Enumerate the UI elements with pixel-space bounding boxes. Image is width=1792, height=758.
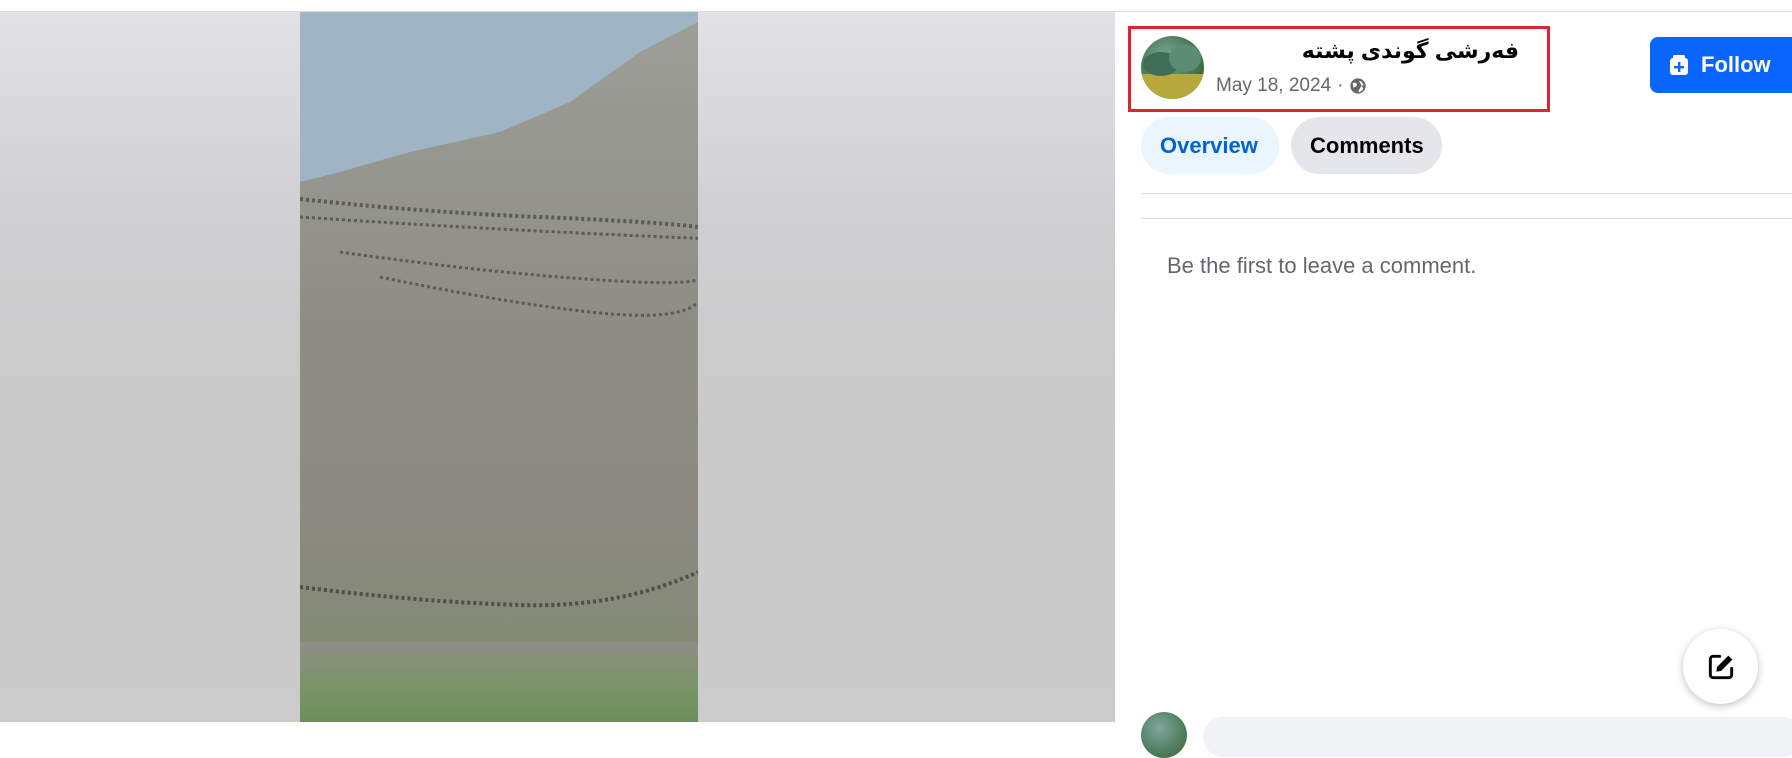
tab-overview[interactable]: Overview <box>1141 117 1279 174</box>
compose-button[interactable] <box>1683 629 1758 704</box>
commenter-avatar <box>1141 712 1187 758</box>
divider <box>1141 193 1792 194</box>
hillside-trails <box>300 197 698 608</box>
divider <box>1141 218 1792 219</box>
comment-input[interactable] <box>1203 717 1792 757</box>
follow-button[interactable]: Follow <box>1650 37 1792 93</box>
page-avatar[interactable] <box>1141 36 1204 99</box>
tab-comments[interactable]: Comments <box>1291 117 1442 174</box>
meta-separator: · <box>1337 75 1344 96</box>
globe-icon <box>1350 78 1367 94</box>
video-frame[interactable] <box>300 12 698 722</box>
edit-icon <box>1708 654 1733 679</box>
post-tabs: Overview Comments <box>1141 117 1442 174</box>
post-sidebar: فەرشی گوندی پشتە May 18, 2024 · Follow O… <box>1115 12 1792 758</box>
post-meta: May 18, 2024 · <box>1216 75 1367 97</box>
video-player[interactable] <box>0 12 1115 722</box>
page-name-link[interactable]: فەرشی گوندی پشتە <box>1215 38 1519 64</box>
follow-label: Follow <box>1701 52 1771 77</box>
video-foreground <box>300 642 698 722</box>
top-divider <box>0 0 1792 12</box>
empty-comments-message: Be the first to leave a comment. <box>1167 253 1477 278</box>
post-date[interactable]: May 18, 2024 <box>1216 75 1331 97</box>
follow-page-icon <box>1670 55 1688 75</box>
